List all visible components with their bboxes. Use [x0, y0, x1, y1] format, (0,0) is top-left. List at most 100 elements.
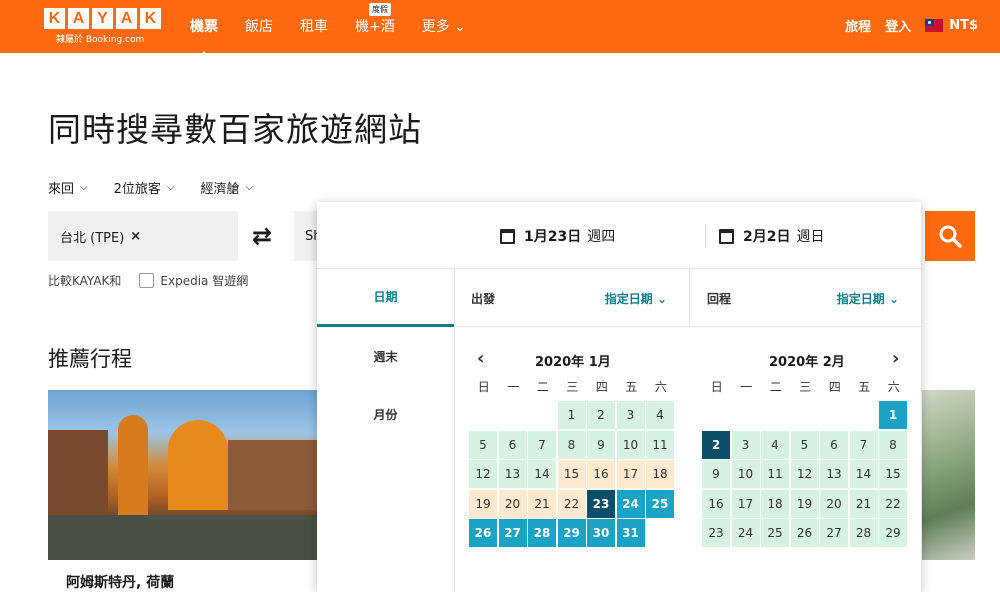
calendar-day[interactable]: 21 — [528, 489, 556, 518]
calendar-day[interactable]: 31 — [616, 519, 645, 547]
calendar-day[interactable]: 27 — [498, 519, 527, 547]
search-button[interactable] — [925, 211, 975, 261]
calendar-day[interactable]: 23 — [587, 489, 615, 518]
calendar-day-empty — [761, 401, 789, 429]
calendar-day[interactable]: 2 — [587, 401, 615, 429]
calendar-day[interactable]: 14 — [528, 460, 556, 488]
calendar-day[interactable]: 17 — [616, 460, 645, 488]
origin-field[interactable]: 台北 (TPE) × — [48, 211, 238, 261]
calendar-day[interactable]: 7 — [849, 430, 878, 459]
login-link[interactable]: 登入 — [885, 16, 911, 35]
calendar-day[interactable]: 10 — [731, 460, 760, 488]
calendar-day[interactable]: 12 — [790, 460, 819, 488]
calendar-day[interactable]: 28 — [849, 519, 878, 547]
calendar-day[interactable]: 20 — [820, 489, 848, 518]
calendar-day[interactable]: 1 — [879, 401, 907, 429]
cabin-dropdown[interactable]: 經濟艙 ⌵ — [200, 178, 253, 197]
nav-item-2[interactable]: 租車 — [300, 16, 328, 36]
logo-letters: KAYAK — [44, 8, 161, 29]
weekday-label: 日 — [710, 380, 723, 394]
calendar-day[interactable]: 29 — [879, 519, 907, 547]
calendar-day[interactable]: 4 — [646, 401, 674, 429]
calendar-day[interactable]: 19 — [469, 489, 497, 518]
calendar-day[interactable]: 12 — [469, 460, 497, 488]
trips-link[interactable]: 旅程 — [845, 16, 871, 35]
calendar-day[interactable]: 25 — [761, 519, 789, 547]
prev-month-icon[interactable]: ‹ — [477, 348, 484, 369]
tab-weekends[interactable]: 週末 — [317, 327, 454, 385]
calendar-day[interactable]: 29 — [557, 519, 586, 547]
calendar-day[interactable]: 9 — [702, 460, 730, 488]
calendar-day[interactable]: 10 — [616, 430, 645, 459]
calendar-day[interactable]: 3 — [616, 401, 645, 429]
expedia-checkbox[interactable] — [139, 273, 155, 288]
calendar-day[interactable]: 21 — [849, 489, 878, 518]
calendar-day[interactable]: 27 — [820, 519, 848, 547]
calendar-day[interactable]: 30 — [587, 519, 615, 547]
calendar-day[interactable]: 7 — [528, 430, 556, 459]
calendar-day[interactable]: 16 — [702, 489, 730, 518]
clear-origin-icon[interactable]: × — [130, 229, 141, 244]
calendar-day[interactable]: 26 — [790, 519, 819, 547]
calendar-day[interactable]: 24 — [616, 489, 645, 518]
calendar-day[interactable]: 23 — [702, 519, 730, 547]
nav-item-0[interactable]: 機票 — [190, 16, 218, 36]
trip-type-dropdown[interactable]: 來回 ⌵ — [48, 178, 88, 197]
calendar-day-empty — [469, 401, 497, 429]
depart-flex-dropdown[interactable]: 指定日期 ⌄ — [605, 290, 667, 307]
calendar-day[interactable]: 6 — [498, 430, 527, 459]
calendar-day[interactable]: 5 — [790, 430, 819, 459]
calendar-day[interactable]: 19 — [790, 489, 819, 518]
depart-weekday: 週四 — [587, 229, 616, 245]
calendar-day[interactable]: 17 — [731, 489, 760, 518]
return-flex-dropdown[interactable]: 指定日期 ⌄ — [837, 290, 899, 307]
calendar-day[interactable]: 18 — [761, 489, 789, 518]
weekday-label: 二 — [769, 380, 782, 394]
next-month-icon[interactable]: › — [892, 348, 899, 369]
depart-date-display[interactable]: 1月23日 週四 — [500, 226, 615, 246]
kayak-logo[interactable]: KAYAK 隸屬於 Booking.com — [44, 8, 161, 45]
return-date-display[interactable]: 2月2日 週日 — [719, 226, 824, 246]
calendar-day[interactable]: 24 — [731, 519, 760, 547]
calendar-day[interactable]: 22 — [557, 489, 586, 518]
nav-item-3[interactable]: 機+酒 度假 — [355, 3, 395, 36]
travelers-dropdown[interactable]: 2位旅客 ⌵ — [114, 178, 175, 197]
nav-label: 飯店 — [245, 19, 273, 35]
currency-selector[interactable]: NT$ — [949, 18, 978, 33]
calendar-day[interactable]: 20 — [498, 489, 527, 518]
tab-months[interactable]: 月份 — [317, 385, 454, 443]
calendar-day[interactable]: 5 — [469, 430, 497, 459]
calendar-day[interactable]: 18 — [646, 460, 674, 488]
amsterdam-photo[interactable] — [48, 390, 318, 560]
swap-icon[interactable]: ⇄ — [252, 222, 272, 250]
calendar-day[interactable]: 8 — [557, 430, 586, 459]
calendar-day[interactable]: 6 — [820, 430, 848, 459]
calendar-day[interactable]: 3 — [731, 430, 760, 459]
nav-item-1[interactable]: 飯店 — [245, 16, 273, 36]
calendar-day[interactable]: 11 — [761, 460, 789, 488]
nav-item-4[interactable]: 更多 ⌄ — [422, 16, 466, 36]
calendar-day[interactable]: 25 — [646, 489, 674, 518]
calendar-day[interactable]: 28 — [528, 519, 556, 547]
calendar-day[interactable]: 13 — [820, 460, 848, 488]
calendar-day[interactable]: 16 — [587, 460, 615, 488]
date-mode-tabs: 日期 週末 月份 — [317, 269, 454, 592]
calendar-day[interactable]: 11 — [646, 430, 674, 459]
weekday-label: 六 — [887, 380, 900, 394]
calendar-day[interactable]: 8 — [879, 430, 907, 459]
calendar-day[interactable]: 14 — [849, 460, 878, 488]
tab-dates[interactable]: 日期 — [317, 269, 454, 327]
calendar-day[interactable]: 15 — [879, 460, 907, 488]
calendar-day[interactable]: 22 — [879, 489, 907, 518]
weekday-label: 一 — [740, 380, 753, 394]
calendar-day[interactable]: 26 — [469, 519, 497, 547]
destination-caption[interactable]: 阿姆斯特丹, 荷蘭 — [66, 572, 174, 592]
map-thumbnail[interactable] — [922, 390, 975, 560]
calendar-day[interactable]: 2 — [702, 430, 730, 459]
calendar-day[interactable]: 1 — [557, 401, 586, 429]
taiwan-flag-icon[interactable] — [925, 19, 944, 32]
calendar-day[interactable]: 15 — [557, 460, 586, 488]
calendar-day[interactable]: 13 — [498, 460, 527, 488]
calendar-day[interactable]: 9 — [587, 430, 615, 459]
calendar-day[interactable]: 4 — [761, 430, 789, 459]
